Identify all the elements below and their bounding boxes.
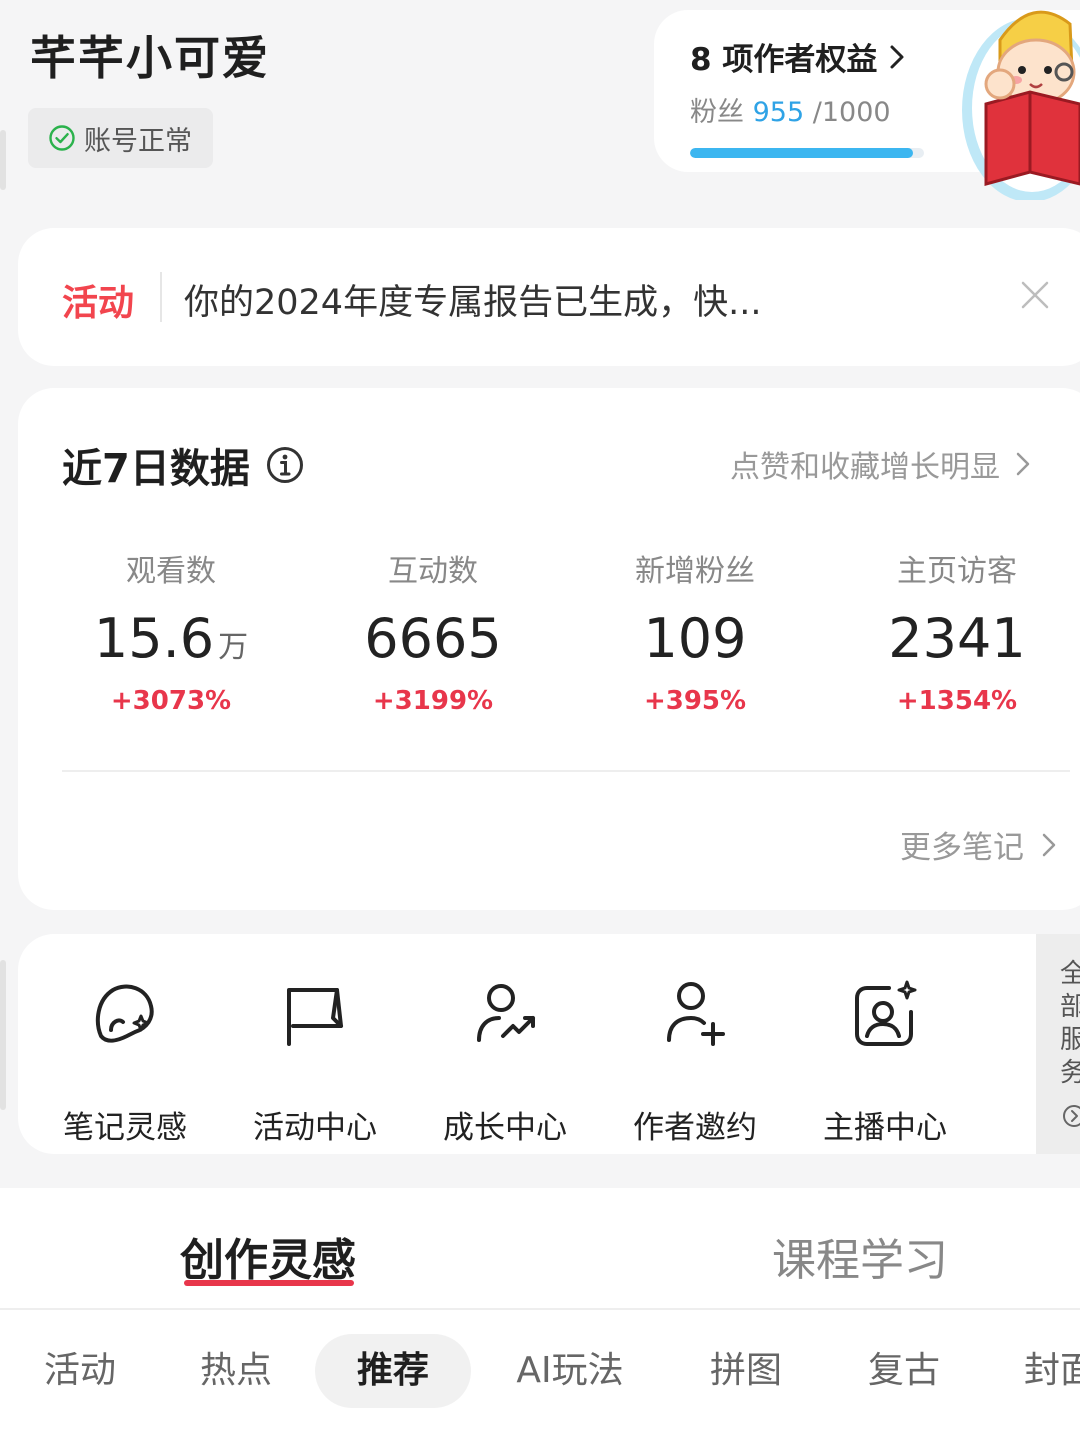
stat-number: 2341 [888, 607, 1026, 670]
stat-number: 15.6 [93, 607, 215, 670]
stat-number: 109 [643, 607, 747, 670]
live-host-icon [855, 980, 917, 1046]
benefits-title-label: 8 项作者权益 [690, 42, 878, 78]
recent-data-card: 近7日数据 点赞和收藏增长明显 观看数 15.6 万 +3073% 互动数 66… [18, 388, 1080, 910]
benefits-title: 8 项作者权益 [690, 34, 905, 79]
user-growth-icon [477, 984, 535, 1042]
stat-new-fans[interactable]: 新增粉丝 109 +395% [564, 546, 826, 716]
stat-change: +395% [643, 686, 747, 716]
close-icon[interactable] [1020, 280, 1050, 310]
service-label: 成长中心 [443, 1110, 567, 1146]
chevron-right-icon [1016, 452, 1030, 476]
flag-icon [287, 988, 343, 1046]
fans-progress-fill [690, 148, 914, 158]
chip-cover[interactable]: 封面 [1020, 1334, 1080, 1408]
username-title: 芊芊小可爱 [30, 31, 270, 85]
left-edge-line [0, 130, 6, 190]
arrow-circle-right-icon [1063, 1105, 1080, 1127]
stat-label: 观看数 [126, 554, 216, 589]
chevron-right-icon [890, 45, 904, 68]
user-add-icon [667, 982, 725, 1046]
check-circle-icon [49, 125, 75, 151]
service-activity-center[interactable]: 活动中心 [220, 974, 410, 1147]
stat-profile-visitors[interactable]: 主页访客 2341 +1354% [826, 546, 1080, 716]
service-growth-center[interactable]: 成长中心 [410, 974, 600, 1147]
data-divider [62, 770, 1070, 772]
stat-interactions[interactable]: 互动数 6665 +3199% [302, 546, 564, 716]
stat-value: 109 [564, 606, 826, 672]
chip-recommended[interactable]: 推荐 [315, 1334, 471, 1408]
activity-divider [160, 272, 162, 322]
service-label: 笔记灵感 [63, 1110, 187, 1146]
all-services-label: 全部服务 [1060, 959, 1080, 1088]
service-label: 作者邀约 [633, 1110, 757, 1146]
stat-change: +3199% [372, 686, 494, 716]
chip-activity[interactable]: 活动 [40, 1334, 120, 1408]
fans-current: 955 [752, 97, 805, 128]
stat-value: 6665 [302, 606, 564, 672]
stat-label: 新增粉丝 [635, 554, 755, 589]
tabs-divider [0, 1308, 1080, 1310]
chip-collage[interactable]: 拼图 [706, 1334, 786, 1408]
fans-target: /1000 [812, 97, 891, 128]
stat-unit: 万 [218, 630, 249, 665]
stat-change: +1354% [896, 686, 1018, 716]
fans-label: 粉丝 [690, 97, 744, 128]
active-tab-indicator [184, 1280, 354, 1286]
more-notes-link[interactable]: 更多笔记 [900, 822, 1056, 867]
activity-message[interactable]: 你的2024年度专属报告已生成，快... [184, 274, 761, 325]
chip-retro[interactable]: 复古 [864, 1334, 944, 1408]
lightbulb-head-icon [95, 984, 154, 1043]
fans-progress-text: 粉丝 955 /1000 [690, 90, 891, 129]
services-shortcuts: 笔记灵感 活动中心 成长中心 作者邀约 主播中心 [18, 934, 1038, 1154]
stat-number: 6665 [364, 607, 502, 670]
chip-ai-play[interactable]: AI玩法 [510, 1334, 630, 1408]
stat-value: 15.6 万 [40, 606, 302, 672]
stat-label: 主页访客 [897, 554, 1017, 589]
tab-creative-inspiration[interactable]: 创作灵感 [180, 1224, 356, 1288]
data-insight-label: 点赞和收藏增长明显 [730, 450, 1000, 485]
service-label: 主播中心 [823, 1110, 947, 1146]
service-label: 活动中心 [253, 1110, 377, 1146]
account-status-label: 账号正常 [84, 125, 192, 157]
creator-center-page: 芊芊小可爱 账号正常 8 项作者权益 粉丝 955 /1000 活动 你的202… [0, 0, 1080, 1440]
account-status-badge[interactable]: 账号正常 [28, 108, 213, 168]
activity-banner[interactable]: 活动 你的2024年度专属报告已生成，快... [18, 228, 1080, 366]
info-icon[interactable] [266, 446, 304, 484]
stat-change: +3073% [110, 686, 232, 716]
fans-progress-bar [690, 148, 924, 158]
activity-tag: 活动 [62, 283, 135, 324]
tab-course-learning[interactable]: 课程学习 [772, 1224, 948, 1288]
data-title: 近7日数据 [62, 436, 304, 494]
chip-hot[interactable]: 热点 [196, 1334, 276, 1408]
mascot-reading-book-icon [962, 10, 1080, 200]
all-services-button[interactable]: 全部服务 [1036, 934, 1080, 1154]
stat-value: 2341 [826, 606, 1080, 672]
more-notes-label: 更多笔记 [900, 830, 1024, 866]
service-host-center[interactable]: 主播中心 [790, 974, 980, 1147]
left-edge-line [0, 960, 6, 1110]
category-chips: 活动 热点 推荐 AI玩法 拼图 复古 封面 [0, 1330, 1080, 1410]
stats-row: 观看数 15.6 万 +3073% 互动数 6665 +3199% 新增粉丝 10… [40, 546, 1080, 726]
stat-label: 互动数 [388, 554, 478, 589]
service-author-invite[interactable]: 作者邀约 [600, 974, 790, 1147]
chevron-right-icon [1042, 833, 1056, 856]
content-tabs: 创作灵感 课程学习 活动 热点 推荐 AI玩法 拼图 复古 封面 [0, 1188, 1080, 1440]
service-note-inspiration[interactable]: 笔记灵感 [30, 974, 220, 1147]
stat-views[interactable]: 观看数 15.6 万 +3073% [40, 546, 302, 716]
data-title-label: 近7日数据 [62, 446, 250, 492]
data-insight-link[interactable]: 点赞和收藏增长明显 [730, 442, 1030, 486]
